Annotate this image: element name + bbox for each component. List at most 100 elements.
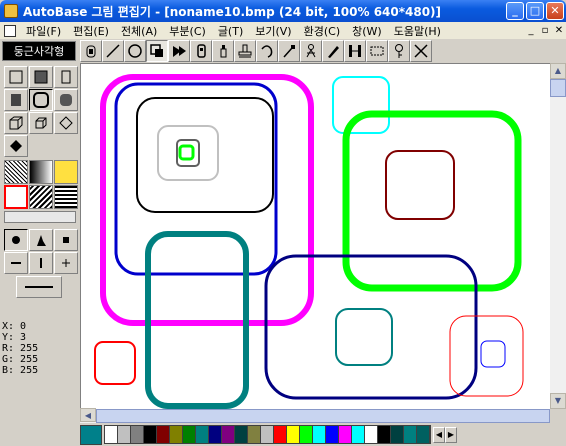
mdi-restore-button[interactable]: ▫ (538, 25, 552, 36)
key-icon[interactable] (388, 40, 410, 62)
color-swatch[interactable] (222, 426, 235, 443)
pattern-selected[interactable] (4, 185, 28, 209)
round-rect-filled-shape-icon[interactable] (54, 89, 78, 111)
pattern-gradient[interactable] (29, 160, 53, 184)
color-swatch[interactable] (170, 426, 183, 443)
rounded-rectangle-shape[interactable] (342, 110, 522, 292)
menu-all[interactable]: 전체(A) (115, 23, 163, 39)
brush-v-line-icon[interactable] (29, 252, 53, 274)
rect-outline-shape-icon[interactable] (4, 66, 28, 88)
menu-view[interactable]: 보기(V) (249, 23, 297, 39)
rounded-rectangle-shape[interactable] (335, 308, 393, 366)
rect-filled-shape-icon[interactable] (29, 66, 53, 88)
menu-help[interactable]: 도움말(H) (388, 23, 447, 39)
color-swatch[interactable] (261, 426, 274, 443)
round-rect-shape-icon[interactable] (29, 89, 53, 111)
bottle-icon[interactable] (212, 40, 234, 62)
menu-part[interactable]: 부분(C) (163, 23, 212, 39)
scroll-up-arrow-icon[interactable]: ▲ (550, 63, 566, 79)
figure-icon[interactable] (300, 40, 322, 62)
menu-window[interactable]: 창(W) (346, 23, 388, 39)
color-swatch[interactable] (209, 426, 222, 443)
rounded-rectangle-shape[interactable] (332, 76, 390, 134)
brush-square-icon[interactable] (54, 229, 78, 251)
maximize-button[interactable]: □ (526, 2, 544, 20)
rounded-rectangle-shape[interactable] (94, 341, 136, 385)
pen-brush-icon[interactable] (322, 40, 344, 62)
spray-icon[interactable] (80, 40, 102, 62)
phone-icon[interactable] (190, 40, 212, 62)
minimize-button[interactable]: _ (506, 2, 524, 20)
rounded-rectangle-shape[interactable] (264, 254, 478, 400)
line-width-selector[interactable] (16, 276, 62, 298)
rect-outline-icon[interactable] (366, 40, 388, 62)
color-swatch[interactable] (365, 426, 378, 443)
color-swatch[interactable] (118, 426, 131, 443)
color-swatch[interactable] (196, 426, 209, 443)
resize-icon[interactable] (344, 40, 366, 62)
fill-icon[interactable] (168, 40, 190, 62)
color-swatch[interactable] (378, 426, 391, 443)
pattern-checker[interactable] (54, 185, 78, 209)
scroll-left-arrow-icon[interactable]: ◀ (80, 408, 96, 422)
ellipse-icon[interactable] (124, 40, 146, 62)
close-button[interactable]: ✕ (546, 2, 564, 20)
rect-select-icon[interactable] (146, 40, 168, 62)
dropper-icon[interactable] (278, 40, 300, 62)
palette-right-arrow-icon[interactable]: ▶ (445, 426, 457, 443)
menu-edit[interactable]: 편집(E) (67, 23, 115, 39)
stamp-icon[interactable] (234, 40, 256, 62)
vertical-scrollbar[interactable]: ▲ ▼ (550, 63, 566, 409)
diamond-shape-icon[interactable] (54, 112, 78, 134)
rounded-rectangle-shape[interactable] (385, 150, 455, 220)
color-swatch[interactable] (183, 426, 196, 443)
rounded-rectangle-shape[interactable] (480, 340, 506, 368)
cube-shape-icon[interactable] (4, 112, 28, 134)
drawing-canvas[interactable] (80, 63, 550, 409)
cube-small-shape-icon[interactable] (29, 112, 53, 134)
brush-h-line-icon[interactable] (4, 252, 28, 274)
rounded-rectangle-shape[interactable] (178, 144, 195, 161)
brush-cross-icon[interactable] (54, 252, 78, 274)
color-swatch[interactable] (313, 426, 326, 443)
menu-file[interactable]: 파일(F) (20, 23, 67, 39)
color-swatch[interactable] (248, 426, 261, 443)
color-swatch[interactable] (274, 426, 287, 443)
rounded-rectangle-shape[interactable] (449, 315, 524, 397)
color-swatch[interactable] (235, 426, 248, 443)
pattern-dots[interactable] (4, 160, 28, 184)
color-swatch[interactable] (105, 426, 118, 443)
color-swatch[interactable] (404, 426, 417, 443)
color-swatch[interactable] (417, 426, 430, 443)
pattern-diagonal[interactable] (29, 185, 53, 209)
curve-icon[interactable] (256, 40, 278, 62)
color-swatch[interactable] (300, 426, 313, 443)
menu-env[interactable]: 환경(C) (298, 23, 347, 39)
document-icon[interactable] (4, 24, 16, 37)
pattern-character[interactable] (54, 160, 78, 184)
scroll-down-arrow-icon[interactable]: ▼ (550, 393, 566, 409)
line-icon[interactable] (102, 40, 124, 62)
color-swatch[interactable] (326, 426, 339, 443)
diamond-filled-shape-icon[interactable] (4, 135, 28, 157)
current-color-swatch[interactable] (80, 424, 102, 445)
color-swatch[interactable] (339, 426, 352, 443)
brush-shape-icon[interactable] (29, 229, 53, 251)
horizontal-scroll-thumb[interactable] (96, 409, 550, 423)
color-swatch[interactable] (352, 426, 365, 443)
mdi-close-button[interactable]: ✕ (552, 25, 566, 36)
color-swatch[interactable] (391, 426, 404, 443)
vertical-scroll-thumb[interactable] (550, 79, 566, 97)
color-swatch[interactable] (131, 426, 144, 443)
rounded-rectangle-shape[interactable] (157, 125, 219, 181)
rounded-rectangle-shape[interactable] (100, 74, 314, 326)
horizontal-scrollbar[interactable]: ◀ (80, 408, 550, 423)
menu-text[interactable]: 글(T) (212, 23, 249, 39)
mdi-minimize-button[interactable]: _ (524, 25, 538, 36)
color-swatch[interactable] (144, 426, 157, 443)
tall-rect-filled-shape-icon[interactable] (4, 89, 28, 111)
close-x-icon[interactable] (410, 40, 432, 62)
color-swatch[interactable] (287, 426, 300, 443)
palette-left-arrow-icon[interactable]: ◀ (433, 426, 445, 443)
color-swatch[interactable] (157, 426, 170, 443)
